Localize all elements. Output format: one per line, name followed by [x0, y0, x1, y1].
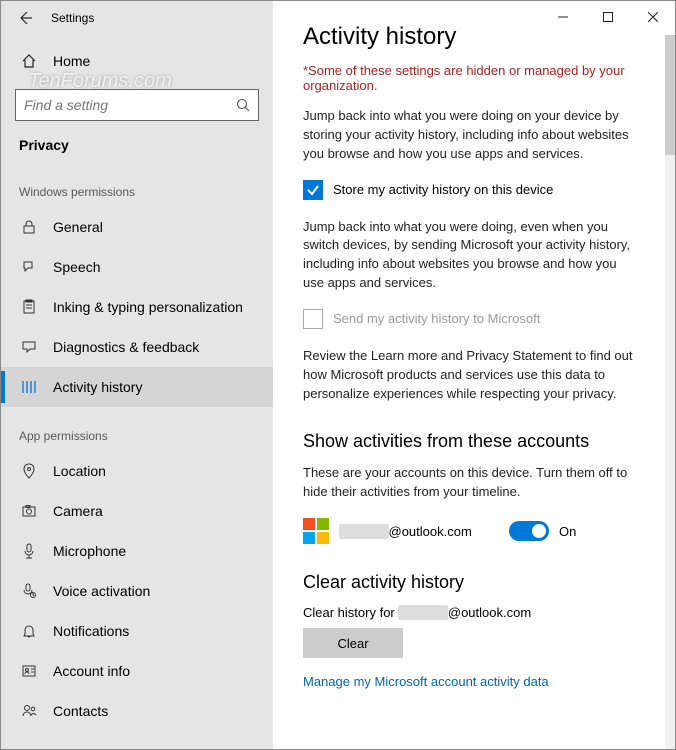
feedback-icon [19, 339, 39, 355]
nav-contacts[interactable]: Contacts [1, 691, 273, 731]
nav-label: Speech [53, 259, 100, 275]
org-warning: *Some of these settings are hidden or ma… [303, 63, 635, 93]
clipboard-icon [19, 299, 39, 315]
nav-general[interactable]: General [1, 207, 273, 247]
nav-label: Location [53, 463, 106, 479]
accounts-header: Show activities from these accounts [303, 431, 635, 452]
home-nav[interactable]: Home [1, 41, 273, 81]
manage-account-link[interactable]: Manage my Microsoft account activity dat… [303, 674, 635, 689]
nav-inking[interactable]: Inking & typing personalization [1, 287, 273, 327]
home-icon [19, 53, 39, 69]
speech-icon [19, 259, 39, 275]
nav-microphone[interactable]: Microphone [1, 531, 273, 571]
account-icon [19, 663, 39, 679]
clear-header: Clear activity history [303, 572, 635, 593]
back-button[interactable] [5, 1, 45, 35]
redacted-text: xxxxxxx [398, 605, 448, 620]
search-input[interactable] [24, 97, 236, 113]
clear-button[interactable]: Clear [303, 628, 403, 658]
nav-label: Contacts [53, 703, 108, 719]
nav-label: General [53, 219, 103, 235]
intro-text-2: Jump back into what you were doing, even… [303, 218, 635, 293]
accounts-desc: These are your accounts on this device. … [303, 464, 635, 502]
content-pane: Activity history *Some of these settings… [273, 1, 665, 749]
lock-icon [19, 219, 39, 235]
activity-icon [19, 379, 39, 395]
nav-camera[interactable]: Camera [1, 491, 273, 531]
send-history-label: Send my activity history to Microsoft [333, 311, 540, 326]
microsoft-logo-icon [303, 518, 329, 544]
nav-label: Account info [53, 663, 130, 679]
clear-history-label: Clear history for xxxxxxx@outlook.com [303, 605, 635, 620]
nav-notifications[interactable]: Notifications [1, 611, 273, 651]
titlebar: Settings [1, 1, 273, 35]
nav-account-info[interactable]: Account info [1, 651, 273, 691]
search-box[interactable] [15, 89, 259, 121]
nav-label: Voice activation [53, 583, 150, 599]
nav-label: Activity history [53, 379, 142, 395]
nav-location[interactable]: Location [1, 451, 273, 491]
window-title: Settings [51, 11, 94, 25]
nav-label: Inking & typing personalization [53, 299, 243, 315]
store-history-label: Store my activity history on this device [333, 182, 553, 197]
redacted-text: xxxxxxx [339, 524, 389, 539]
scrollbar[interactable] [665, 35, 675, 749]
nav-diagnostics[interactable]: Diagnostics & feedback [1, 327, 273, 367]
bell-icon [19, 623, 39, 639]
contacts-icon [19, 703, 39, 719]
toggle-state-label: On [559, 524, 576, 539]
nav-label: Camera [53, 503, 103, 519]
home-label: Home [53, 53, 90, 69]
voice-icon [19, 583, 39, 599]
nav-label: Diagnostics & feedback [53, 339, 199, 355]
location-icon [19, 463, 39, 479]
store-history-checkbox-row[interactable]: Store my activity history on this device [303, 180, 635, 200]
intro-text-1: Jump back into what you were doing on yo… [303, 107, 635, 164]
account-toggle[interactable] [509, 521, 549, 541]
review-text: Review the Learn more and Privacy Statem… [303, 347, 635, 404]
section-windows-permissions: Windows permissions [1, 163, 273, 207]
account-row: xxxxxxx@outlook.com On [303, 518, 635, 544]
microphone-icon [19, 543, 39, 559]
search-icon [236, 98, 250, 112]
send-history-checkbox [303, 309, 323, 329]
category-label: Privacy [1, 133, 273, 163]
nav-label: Notifications [53, 623, 129, 639]
scroll-thumb[interactable] [665, 35, 675, 155]
section-app-permissions: App permissions [1, 407, 273, 451]
nav-voice-activation[interactable]: Voice activation [1, 571, 273, 611]
page-title: Activity history [303, 23, 635, 51]
nav-speech[interactable]: Speech [1, 247, 273, 287]
send-history-checkbox-row: Send my activity history to Microsoft [303, 309, 635, 329]
nav-label: Microphone [53, 543, 126, 559]
nav-activity-history[interactable]: Activity history [1, 367, 273, 407]
camera-icon [19, 503, 39, 519]
account-email: xxxxxxx@outlook.com [339, 524, 509, 539]
store-history-checkbox[interactable] [303, 180, 323, 200]
